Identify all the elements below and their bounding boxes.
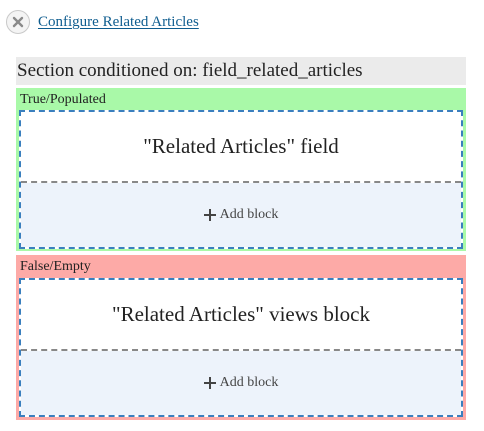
configure-related-articles-link[interactable]: Configure Related Articles <box>38 14 199 31</box>
add-block-label: Add block <box>219 375 279 390</box>
block-frame-true: "Related Articles" field Add block <box>19 110 463 249</box>
block-frame-false: "Related Articles" views block Add block <box>19 278 463 417</box>
close-icon[interactable] <box>6 10 30 34</box>
top-toolbar: Configure Related Articles <box>6 8 199 36</box>
block-title-related-articles-views-block[interactable]: "Related Articles" views block <box>21 280 461 351</box>
plus-icon <box>203 209 216 221</box>
condition-label-true: True/Populated <box>20 92 106 107</box>
add-block-area-false: Add block <box>21 351 461 415</box>
add-block-button[interactable]: Add block <box>203 375 279 391</box>
close-x-glyph <box>12 16 24 28</box>
plus-icon <box>203 377 216 389</box>
condition-region-false: False/Empty "Related Articles" views blo… <box>16 255 466 420</box>
add-block-label: Add block <box>219 207 279 222</box>
block-title-related-articles-field[interactable]: "Related Articles" field <box>21 112 461 183</box>
section-header: Section conditioned on: field_related_ar… <box>16 57 466 85</box>
condition-label-false: False/Empty <box>20 259 91 274</box>
add-block-button[interactable]: Add block <box>203 207 279 223</box>
add-block-area-true: Add block <box>21 183 461 247</box>
condition-region-true: True/Populated "Related Articles" field … <box>16 88 466 251</box>
